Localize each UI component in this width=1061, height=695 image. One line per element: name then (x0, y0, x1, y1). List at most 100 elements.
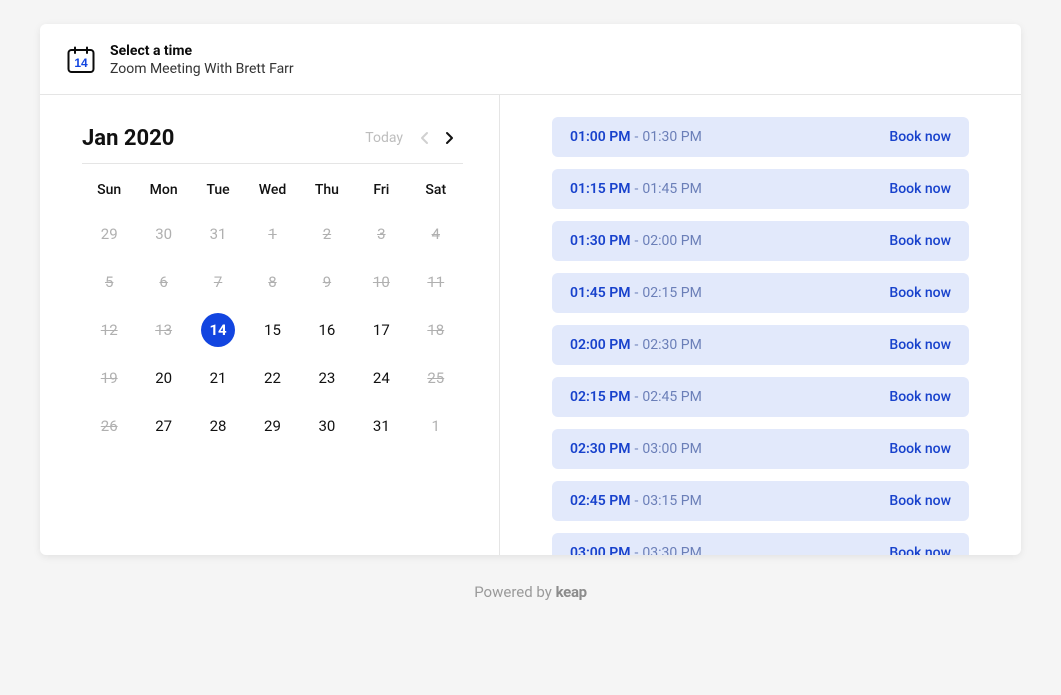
dow-header: Sun (82, 174, 136, 204)
timeslot[interactable]: 01:45 PM - 02:15 PM Book now (552, 273, 969, 313)
page-title: Select a time (110, 42, 294, 60)
slot-separator: - (635, 545, 639, 555)
calendar-day[interactable]: 12 (82, 312, 136, 348)
calendar-day[interactable]: 21 (191, 360, 245, 396)
book-now-button[interactable]: Book now (889, 285, 951, 301)
card-body: Jan 2020 Today SunMonTueWedThuFriSat2930… (40, 95, 1021, 555)
calendar-day[interactable]: 31 (191, 216, 245, 252)
page-subtitle: Zoom Meeting With Brett Farr (110, 60, 294, 78)
calendar-day[interactable]: 15 (245, 312, 299, 348)
calendar-pane: Jan 2020 Today SunMonTueWedThuFriSat2930… (40, 95, 500, 555)
slot-separator: - (635, 233, 639, 249)
chevron-left-icon (419, 131, 429, 145)
dow-header: Wed (245, 174, 299, 204)
calendar-day[interactable]: 16 (300, 312, 354, 348)
calendar-day[interactable]: 3 (354, 216, 408, 252)
calendar-grid: SunMonTueWedThuFriSat2930311234567891011… (82, 174, 463, 444)
slot-start: 02:30 PM (570, 441, 631, 457)
calendar-day[interactable]: 14 (191, 312, 245, 348)
calendar-day[interactable]: 5 (82, 264, 136, 300)
slot-start: 02:45 PM (570, 493, 631, 509)
slot-start: 03:00 PM (570, 545, 631, 555)
dow-header: Mon (136, 174, 190, 204)
slot-end: 01:45 PM (642, 181, 701, 197)
calendar-day[interactable]: 27 (136, 408, 190, 444)
calendar-day[interactable]: 30 (300, 408, 354, 444)
slot-end: 03:30 PM (642, 545, 701, 555)
timeslot[interactable]: 01:00 PM - 01:30 PM Book now (552, 117, 969, 157)
slot-start: 01:45 PM (570, 285, 631, 301)
calendar-day[interactable]: 23 (300, 360, 354, 396)
slot-start: 02:00 PM (570, 337, 631, 353)
slot-end: 02:00 PM (642, 233, 701, 249)
calendar-day[interactable]: 18 (409, 312, 463, 348)
slot-end: 02:45 PM (642, 389, 701, 405)
slot-start: 01:30 PM (570, 233, 631, 249)
book-now-button[interactable]: Book now (889, 337, 951, 353)
timeslot[interactable]: 03:00 PM - 03:30 PM Book now (552, 533, 969, 555)
calendar-day[interactable]: 10 (354, 264, 408, 300)
slot-separator: - (635, 441, 639, 457)
slot-start: 01:00 PM (570, 129, 631, 145)
timeslot[interactable]: 01:30 PM - 02:00 PM Book now (552, 221, 969, 261)
slot-separator: - (635, 129, 639, 145)
slot-end: 02:30 PM (642, 337, 701, 353)
calendar-day[interactable]: 2 (300, 216, 354, 252)
header-text: Select a time Zoom Meeting With Brett Fa… (110, 42, 294, 78)
timeslot[interactable]: 02:30 PM - 03:00 PM Book now (552, 429, 969, 469)
chevron-right-icon (445, 131, 455, 145)
calendar-day[interactable]: 11 (409, 264, 463, 300)
timeslot[interactable]: 01:15 PM - 01:45 PM Book now (552, 169, 969, 209)
card-header: 14 Select a time Zoom Meeting With Brett… (40, 24, 1021, 95)
calendar-day[interactable]: 31 (354, 408, 408, 444)
calendar-day[interactable]: 22 (245, 360, 299, 396)
calendar-day[interactable]: 30 (136, 216, 190, 252)
calendar-day[interactable]: 28 (191, 408, 245, 444)
month-nav: Jan 2020 Today (82, 125, 463, 164)
slot-end: 03:00 PM (642, 441, 701, 457)
calendar-icon: 14 (66, 45, 96, 75)
calendar-day[interactable]: 26 (82, 408, 136, 444)
slot-start: 01:15 PM (570, 181, 631, 197)
timeslot[interactable]: 02:15 PM - 02:45 PMBook now (552, 377, 969, 417)
slot-separator: - (635, 493, 639, 509)
calendar-day[interactable]: 19 (82, 360, 136, 396)
today-link[interactable]: Today (365, 130, 403, 146)
calendar-day[interactable]: 24 (354, 360, 408, 396)
slot-separator: - (635, 337, 639, 353)
calendar-day[interactable]: 1 (245, 216, 299, 252)
slot-end: 02:15 PM (642, 285, 701, 301)
book-now-button[interactable]: Book now (889, 493, 951, 509)
slot-separator: - (635, 181, 639, 197)
slot-end: 03:15 PM (642, 493, 701, 509)
calendar-day[interactable]: 4 (409, 216, 463, 252)
calendar-day[interactable]: 29 (82, 216, 136, 252)
next-month-button[interactable] (437, 125, 463, 151)
book-now-button[interactable]: Book now (889, 389, 951, 405)
calendar-day[interactable]: 1 (409, 408, 463, 444)
calendar-day[interactable]: 20 (136, 360, 190, 396)
footer-brand: keap (556, 583, 587, 601)
timeslot-list[interactable]: 01:00 PM - 01:30 PMBook now01:15 PM - 01… (500, 95, 1021, 555)
footer: Powered by keap (0, 583, 1061, 601)
calendar-day[interactable]: 8 (245, 264, 299, 300)
calendar-day[interactable]: 17 (354, 312, 408, 348)
timeslot[interactable]: 02:45 PM - 03:15 PM Book now (552, 481, 969, 521)
calendar-day[interactable]: 6 (136, 264, 190, 300)
slot-end: 01:30 PM (642, 129, 701, 145)
calendar-day[interactable]: 13 (136, 312, 190, 348)
prev-month-button[interactable] (411, 125, 437, 151)
timeslot[interactable]: 02:00 PM - 02:30 PM Book now (552, 325, 969, 365)
book-now-button[interactable]: Book now (889, 233, 951, 249)
booking-card: 14 Select a time Zoom Meeting With Brett… (40, 24, 1021, 555)
book-now-button[interactable]: Book now (889, 181, 951, 197)
slot-separator: - (635, 285, 639, 301)
book-now-button[interactable]: Book now (889, 441, 951, 457)
calendar-day[interactable]: 25 (409, 360, 463, 396)
book-now-button[interactable]: Book now (889, 129, 951, 145)
book-now-button[interactable]: Book now (889, 545, 951, 555)
calendar-day[interactable]: 29 (245, 408, 299, 444)
calendar-day[interactable]: 9 (300, 264, 354, 300)
svg-text:14: 14 (74, 56, 88, 70)
calendar-day[interactable]: 7 (191, 264, 245, 300)
